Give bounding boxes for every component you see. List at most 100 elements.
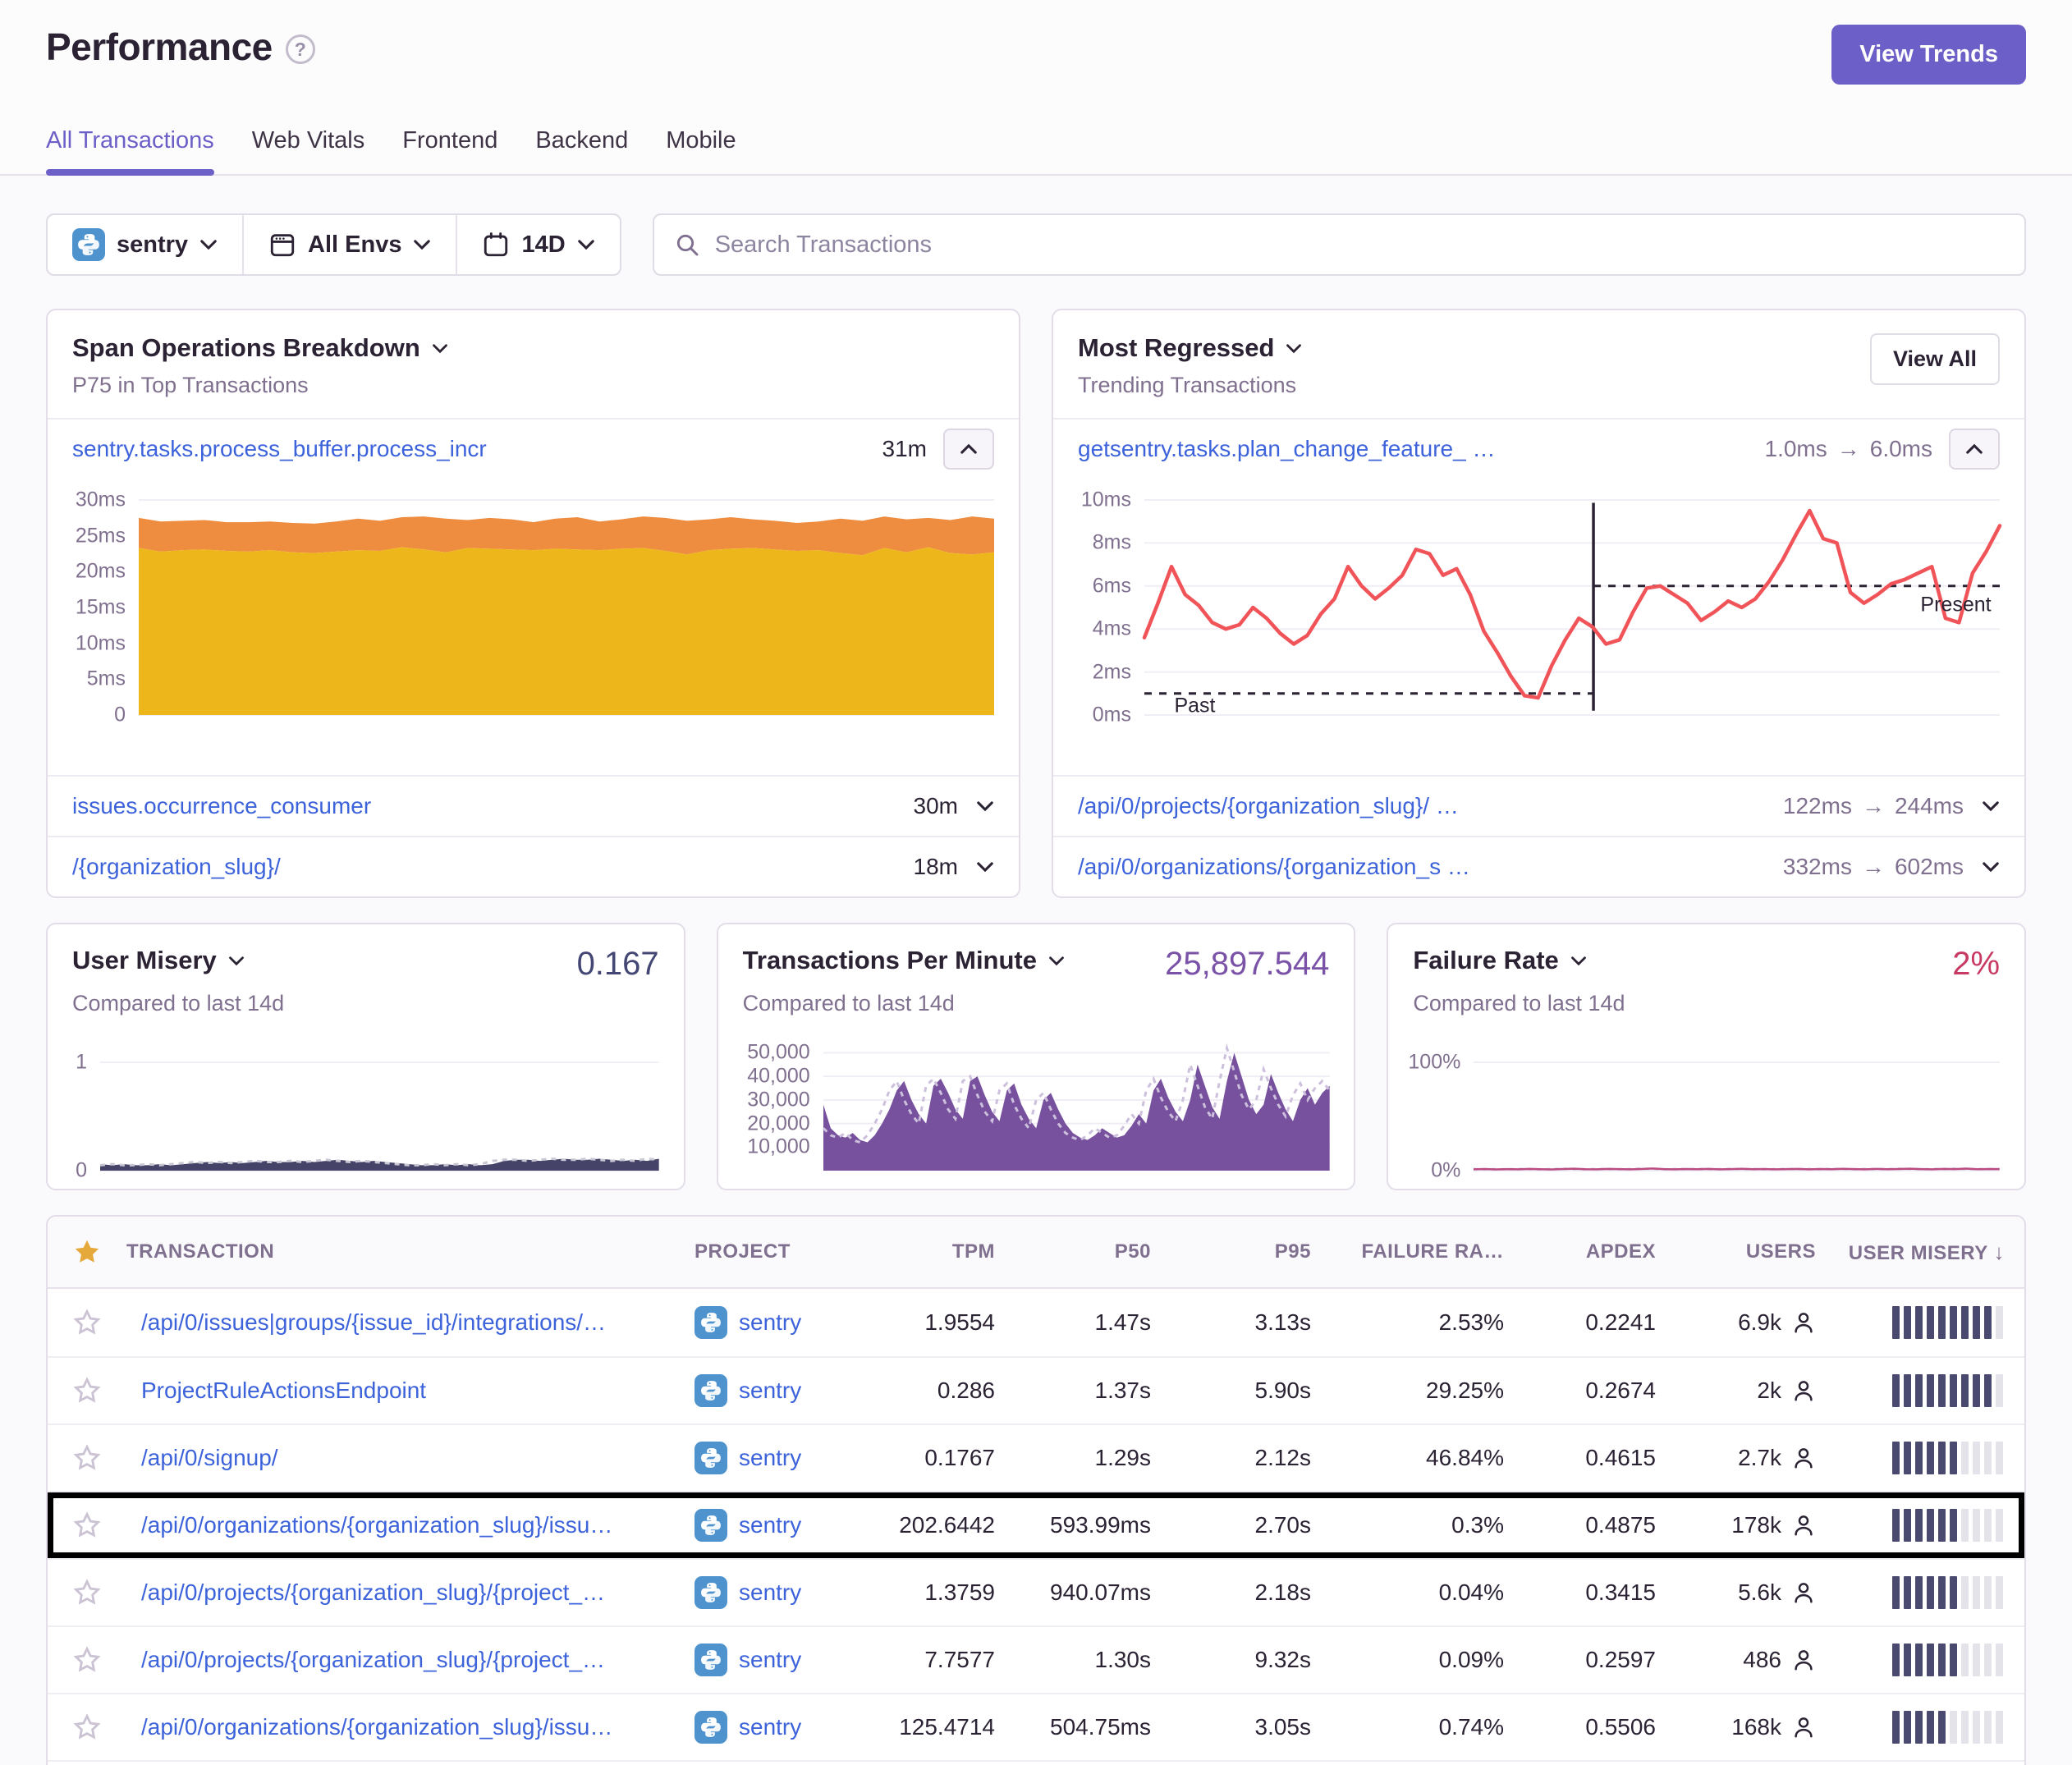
chevron-down-icon bbox=[199, 239, 218, 250]
star-toggle[interactable] bbox=[48, 1713, 126, 1741]
star-toggle[interactable] bbox=[48, 1444, 126, 1472]
project-cell[interactable]: sentry bbox=[694, 1644, 871, 1676]
regressed-item-expanded: getsentry.tasks.plan_change_feature_ … 1… bbox=[1053, 418, 2024, 479]
project-cell[interactable]: sentry bbox=[694, 1509, 871, 1542]
tpm-dropdown[interactable]: Transactions Per Minute bbox=[743, 946, 1065, 975]
span-ops-item: /{organization_slug}/ 18m bbox=[48, 836, 1019, 896]
user-misery-dropdown[interactable]: User Misery bbox=[72, 946, 245, 975]
span-ops-link[interactable]: issues.occurrence_consumer bbox=[72, 793, 897, 819]
tpm-cell: 7.7577 bbox=[871, 1647, 1015, 1673]
table-row[interactable] bbox=[48, 1760, 2024, 1765]
arrow-right-icon: → bbox=[1862, 793, 1885, 819]
project-cell[interactable]: sentry bbox=[694, 1442, 871, 1474]
user-misery-chart[interactable]: 10 bbox=[48, 1062, 684, 1171]
search-icon bbox=[674, 232, 700, 258]
span-ops-link[interactable]: sentry.tasks.process_buffer.process_incr bbox=[72, 436, 866, 462]
table-row[interactable]: /api/0/organizations/{organization_slug}… bbox=[48, 1693, 2024, 1760]
user-misery-bar bbox=[1836, 1711, 2024, 1744]
failure-rate-dropdown[interactable]: Failure Rate bbox=[1413, 946, 1586, 975]
table-row[interactable]: ProjectRuleActionsEndpoint sentry 0.286 … bbox=[48, 1356, 2024, 1423]
expand-button[interactable] bbox=[976, 861, 994, 873]
transaction-link[interactable]: /api/0/projects/{organization_slug}/{pro… bbox=[126, 1579, 694, 1606]
column-header-p95[interactable]: P95 bbox=[1171, 1240, 1331, 1263]
star-toggle[interactable] bbox=[48, 1511, 126, 1539]
star-toggle[interactable] bbox=[48, 1646, 126, 1674]
failure-rate-chart[interactable]: 100%0% bbox=[1388, 1062, 2024, 1171]
table-row[interactable]: /api/0/projects/{organization_slug}/{pro… bbox=[48, 1558, 2024, 1625]
environment-selector[interactable]: All Envs bbox=[242, 215, 456, 274]
chevron-down-icon bbox=[1048, 956, 1065, 966]
search-input[interactable] bbox=[715, 232, 2005, 259]
project-cell[interactable]: sentry bbox=[694, 1711, 871, 1744]
python-project-icon bbox=[694, 1576, 727, 1609]
view-all-button[interactable]: View All bbox=[1870, 333, 2000, 385]
tab-frontend[interactable]: Frontend bbox=[402, 127, 497, 174]
collapse-button[interactable] bbox=[1949, 429, 2000, 470]
table-row[interactable]: /api/0/projects/{organization_slug}/{pro… bbox=[48, 1625, 2024, 1693]
p50-cell: 940.07ms bbox=[1015, 1579, 1171, 1606]
user-icon bbox=[1791, 1446, 1816, 1470]
column-header-p50[interactable]: P50 bbox=[1015, 1240, 1171, 1263]
tab-mobile[interactable]: Mobile bbox=[666, 127, 736, 174]
transaction-link[interactable]: /api/0/organizations/{organization_slug}… bbox=[126, 1714, 694, 1740]
tab-backend[interactable]: Backend bbox=[535, 127, 628, 174]
expand-button[interactable] bbox=[1982, 800, 2000, 812]
tab-all-transactions[interactable]: All Transactions bbox=[46, 127, 214, 174]
project-link: sentry bbox=[739, 1647, 801, 1673]
column-header-failure-rate[interactable]: FAILURE RA… bbox=[1331, 1240, 1524, 1263]
regressed-link[interactable]: getsentry.tasks.plan_change_feature_ … bbox=[1078, 436, 1749, 462]
regressed-link[interactable]: /api/0/organizations/{organization_s … bbox=[1078, 854, 1767, 880]
transaction-link[interactable]: /api/0/projects/{organization_slug}/{pro… bbox=[126, 1647, 694, 1673]
transaction-link[interactable]: /api/0/signup/ bbox=[126, 1445, 694, 1471]
starred-filter-header[interactable] bbox=[48, 1237, 126, 1267]
transaction-link[interactable]: /api/0/organizations/{organization_slug}… bbox=[126, 1512, 694, 1538]
span-ops-title-dropdown[interactable]: Span Operations Breakdown bbox=[72, 333, 448, 363]
most-regressed-title-dropdown[interactable]: Most Regressed bbox=[1078, 333, 1302, 363]
table-row[interactable]: /api/0/organizations/{organization_slug}… bbox=[48, 1491, 2024, 1558]
column-header-project[interactable]: PROJECT bbox=[694, 1240, 871, 1263]
column-header-user-misery[interactable]: USER MISERY ↓ bbox=[1836, 1240, 2024, 1265]
regression-chart[interactable]: 10ms8ms6ms4ms2ms0msPastPresent bbox=[1053, 479, 2024, 723]
project-cell[interactable]: sentry bbox=[694, 1374, 871, 1407]
column-header-transaction[interactable]: TRANSACTION bbox=[126, 1240, 694, 1263]
column-header-tpm[interactable]: TPM bbox=[871, 1240, 1015, 1263]
chevron-down-icon bbox=[1570, 956, 1587, 966]
failure-rate-value: 2% bbox=[1952, 946, 2000, 983]
column-header-apdex[interactable]: APDEX bbox=[1524, 1240, 1675, 1263]
project-cell[interactable]: sentry bbox=[694, 1576, 871, 1609]
star-toggle[interactable] bbox=[48, 1377, 126, 1405]
tpm-chart[interactable]: 50,00040,00030,00020,00010,000 bbox=[718, 1025, 1355, 1171]
star-toggle[interactable] bbox=[48, 1309, 126, 1336]
star-toggle[interactable] bbox=[48, 1579, 126, 1607]
help-icon[interactable]: ? bbox=[286, 34, 315, 64]
transaction-link[interactable]: /api/0/issues|groups/{issue_id}/integrat… bbox=[126, 1309, 694, 1336]
span-ops-value: 30m bbox=[914, 793, 958, 819]
user-misery-title: User Misery bbox=[72, 946, 217, 975]
project-cell[interactable]: sentry bbox=[694, 1306, 871, 1339]
page-filter-group: sentry All Envs 14D bbox=[46, 213, 621, 276]
chevron-up-icon bbox=[960, 443, 978, 455]
chevron-down-icon bbox=[976, 800, 994, 812]
collapse-button[interactable] bbox=[943, 429, 994, 470]
table-row[interactable]: /api/0/issues|groups/{issue_id}/integrat… bbox=[48, 1289, 2024, 1356]
user-misery-bar bbox=[1836, 1306, 2024, 1339]
regressed-change: 332ms → 602ms bbox=[1783, 854, 1964, 880]
expand-button[interactable] bbox=[976, 800, 994, 812]
expand-button[interactable] bbox=[1982, 861, 2000, 873]
project-selector[interactable]: sentry bbox=[48, 215, 242, 274]
failure-rate-cell: 0.09% bbox=[1331, 1647, 1524, 1673]
tab-web-vitals[interactable]: Web Vitals bbox=[252, 127, 365, 174]
regressed-link[interactable]: /api/0/projects/{organization_slug}/ … bbox=[1078, 793, 1767, 819]
failure-rate-title: Failure Rate bbox=[1413, 946, 1558, 975]
user-misery-value: 0.167 bbox=[577, 946, 659, 983]
column-header-users[interactable]: USERS bbox=[1675, 1240, 1836, 1263]
span-ops-link[interactable]: /{organization_slug}/ bbox=[72, 854, 897, 880]
date-range-label: 14D bbox=[521, 232, 565, 259]
user-misery-bar bbox=[1836, 1644, 2024, 1676]
span-ops-chart[interactable]: 30ms25ms20ms15ms10ms5ms0 bbox=[48, 479, 1019, 723]
table-row[interactable]: /api/0/signup/ sentry 0.1767 1.29s 2.12s… bbox=[48, 1423, 2024, 1491]
date-range-selector[interactable]: 14D bbox=[456, 215, 619, 274]
chevron-up-icon bbox=[1965, 443, 1983, 455]
transaction-link[interactable]: ProjectRuleActionsEndpoint bbox=[126, 1378, 694, 1404]
view-trends-button[interactable]: View Trends bbox=[1831, 25, 2026, 85]
